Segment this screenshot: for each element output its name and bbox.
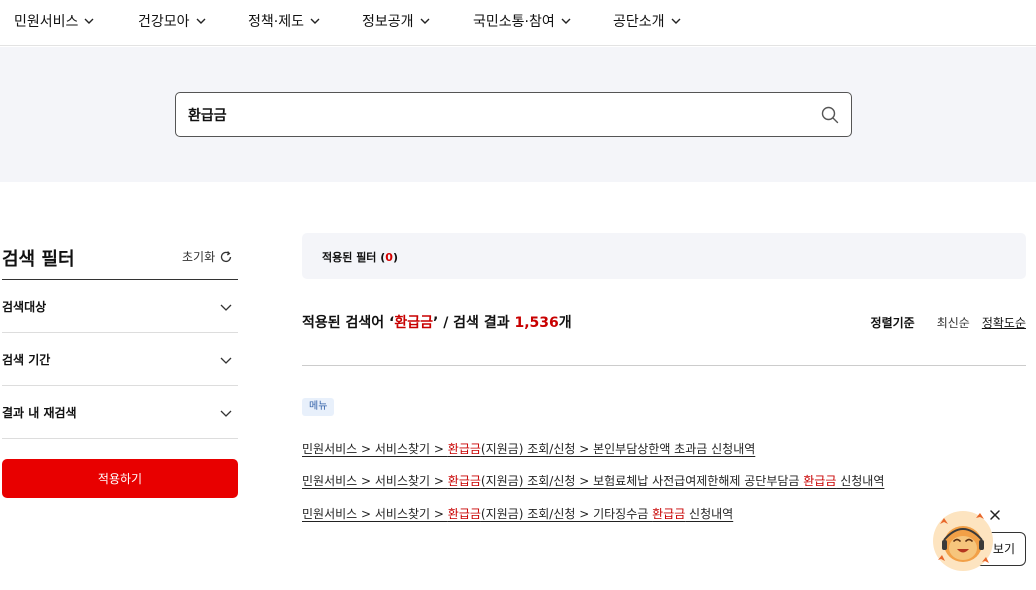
filter-row-target[interactable]: 검색대상 [2, 280, 238, 333]
result-count: 1,536 [514, 315, 559, 331]
result-link-2[interactable]: 민원서비스 > 서비스찾기 > 환급금(지원금) 조회/신청 > 보험료체납 사… [302, 472, 884, 489]
chevron-down-icon [84, 18, 94, 24]
link-highlight: 환급금 [447, 474, 481, 488]
link-path: 민원서비스 > 서비스찾기 > [302, 507, 448, 521]
nav-item-about[interactable]: 공단소개 [613, 11, 681, 31]
search-icon[interactable] [821, 106, 839, 124]
result-suffix: 개 [558, 315, 572, 331]
result-middle: ’ / 검색 결과 [433, 315, 515, 331]
result-link-1[interactable]: 민원서비스 > 서비스찾기 > 환급금(지원금) 조회/신청 > 본인부담상한액… [302, 440, 755, 457]
applied-filter-text: 적용된 필터 (0) [322, 249, 398, 265]
filter-row-label: 검색대상 [2, 300, 47, 314]
result-summary: 적용된 검색어 ‘환급금’ / 검색 결과 1,536개 [302, 312, 572, 332]
search-input[interactable] [188, 93, 808, 136]
link-path: 신청내역 [685, 507, 734, 521]
nav-item-disclosure[interactable]: 정보공개 [362, 11, 430, 31]
nav-item-civil-service[interactable]: 민원서비스 [14, 11, 94, 31]
applied-filter-label: 적용된 필터 ( [322, 251, 386, 264]
filter-row-label: 결과 내 재검색 [2, 406, 77, 420]
chevron-down-icon [220, 357, 232, 364]
nav-item-label: 민원서비스 [14, 14, 79, 30]
refresh-icon [220, 250, 232, 262]
link-highlight: 환급금 [447, 442, 481, 456]
result-divider [302, 365, 1026, 366]
link-highlight: 환급금 [803, 474, 837, 488]
chevron-down-icon [220, 410, 232, 417]
link-highlight: 환급금 [447, 507, 481, 521]
nav-item-health[interactable]: 건강모아 [138, 11, 206, 31]
nav-item-label: 정책·제도 [248, 14, 304, 30]
result-keyword: 환급금 [394, 315, 433, 331]
sort-options: 정렬기준 최신순 정확도순 [871, 314, 1026, 331]
sort-option-accuracy[interactable]: 정확도순 [982, 314, 1026, 331]
search-box [175, 92, 852, 137]
nav-item-label: 국민소통·참여 [473, 14, 555, 30]
link-highlight: 환급금 [652, 507, 686, 521]
filter-row-research[interactable]: 결과 내 재검색 [2, 386, 238, 439]
nav-item-label: 정보공개 [362, 14, 414, 30]
nav-item-label: 공단소개 [613, 14, 665, 30]
search-band [0, 47, 1036, 182]
chevron-down-icon [671, 18, 681, 24]
link-path: (지원금) 조회/신청 > 본인부담상한액 초과금 신청내역 [480, 442, 756, 456]
chevron-down-icon [561, 18, 571, 24]
reset-label: 초기화 [182, 250, 216, 264]
sort-label: 정렬기준 [870, 316, 915, 330]
nav-item-participation[interactable]: 국민소통·참여 [473, 11, 571, 31]
applied-filter-bar: 적용된 필터 (0) [302, 233, 1026, 279]
link-path: 민원서비스 > 서비스찾기 > [302, 442, 448, 456]
result-prefix: 적용된 검색어 ‘ [302, 315, 395, 331]
link-path: (지원금) 조회/신청 > 보험료체납 사전급여제한해제 공단부담금 [480, 474, 804, 488]
reset-button[interactable]: 초기화 [182, 248, 233, 265]
nav-item-label: 건강모아 [138, 14, 190, 30]
result-link-3[interactable]: 민원서비스 > 서비스찾기 > 환급금(지원금) 조회/신청 > 기타징수금 환… [302, 505, 733, 522]
nav-item-policy[interactable]: 정책·제도 [248, 11, 320, 31]
chevron-down-icon [196, 18, 206, 24]
filter-row-label: 검색 기간 [2, 353, 51, 367]
top-navigation: 민원서비스 건강모아 정책·제도 정보공개 국민소통·참여 공단소개 [0, 0, 1036, 46]
chatbot-mascot-icon[interactable] [932, 510, 994, 572]
chevron-down-icon [420, 18, 430, 24]
applied-filter-close: ) [392, 251, 398, 264]
filter-title: 검색 필터 [2, 249, 75, 270]
sort-option-latest[interactable]: 최신순 [937, 314, 970, 331]
apply-button[interactable]: 적용하기 [2, 459, 238, 498]
applied-filter-count: 0 [385, 251, 393, 264]
filter-row-period[interactable]: 검색 기간 [2, 333, 238, 386]
chevron-down-icon [310, 18, 320, 24]
category-badge: 메뉴 [302, 398, 335, 416]
chevron-down-icon [220, 304, 232, 311]
link-path: 민원서비스 > 서비스찾기 > [302, 474, 448, 488]
link-path: (지원금) 조회/신청 > 기타징수금 [480, 507, 653, 521]
link-path: 신청내역 [836, 474, 885, 488]
